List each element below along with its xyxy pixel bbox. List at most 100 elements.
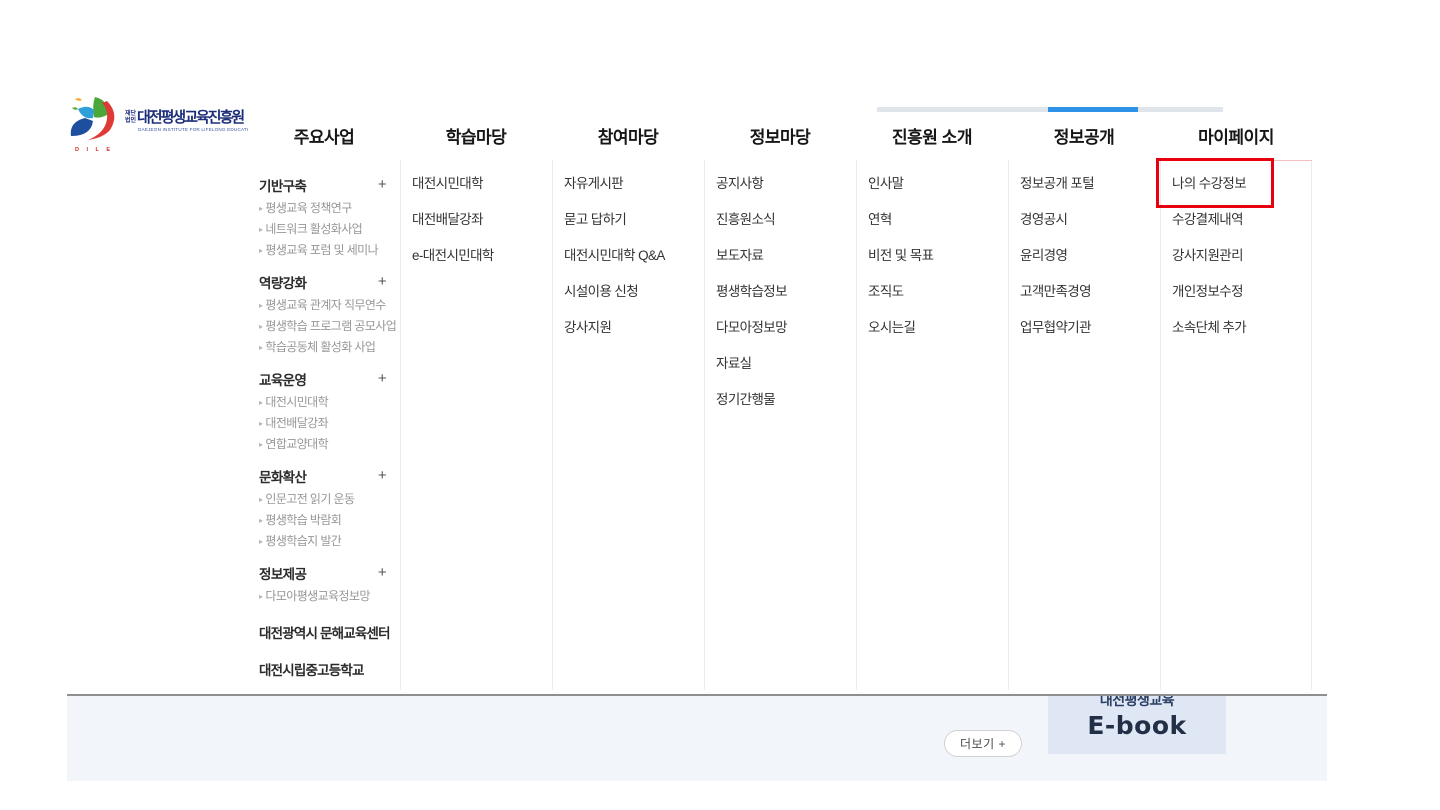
menu-item[interactable]: 소속단체 추가 <box>1172 320 1303 335</box>
arrow-icon: ▸ <box>259 592 262 601</box>
nav-item-7[interactable]: 마이페이지 <box>1160 120 1312 156</box>
nav-item-3[interactable]: 참여마당 <box>552 120 704 156</box>
arrow-icon: ▸ <box>259 440 262 449</box>
arrow-icon: ▸ <box>259 343 262 352</box>
nav-item-1[interactable]: 주요사업 <box>248 120 400 156</box>
menu-standalone-item[interactable]: 대전시립중고등학교 <box>259 659 392 676</box>
menu-group: 교육운영+▸대전시민대학▸대전배달강좌▸연합교양대학 <box>259 370 392 455</box>
menu-sub-item[interactable]: ▸학습공동체 활성화 사업 <box>259 337 392 358</box>
menu-item[interactable]: 보도자료 <box>716 248 848 263</box>
plus-icon[interactable]: + <box>378 274 392 289</box>
plus-icon[interactable]: + <box>378 371 392 386</box>
arrow-icon: ▸ <box>259 495 262 504</box>
menu-item[interactable]: 대전시민대학 <box>412 176 544 191</box>
menu-sub-label: 학습공동체 활성화 사업 <box>265 340 375 354</box>
menu-item[interactable]: 조직도 <box>868 284 1000 299</box>
menu-group-title: 문화확산 <box>259 466 306 486</box>
menu-sub-item[interactable]: ▸평생학습지 발간 <box>259 531 392 552</box>
menu-item[interactable]: 강사지원관리 <box>1172 248 1303 263</box>
menu-item[interactable]: 평생학습정보 <box>716 284 848 299</box>
menu-sub-label: 인문고전 읽기 운동 <box>265 492 354 506</box>
logo-mark-cyan <box>78 107 94 119</box>
logo-acronym: D I L E <box>75 147 113 153</box>
menu-item[interactable]: 경영공시 <box>1020 212 1152 227</box>
plus-icon[interactable]: + <box>378 468 392 483</box>
menu-item[interactable]: 정기간행물 <box>716 392 848 407</box>
menu-sub-item[interactable]: ▸평생교육 포럼 및 세미나 <box>259 240 392 261</box>
nav-item-2[interactable]: 학습마당 <box>400 120 552 156</box>
menu-item[interactable]: 자료실 <box>716 356 848 371</box>
plus-icon[interactable]: + <box>378 565 392 580</box>
logo-graphic: D I L E 재단 법인 대전평생교육진흥원 DAEJEON INSTITUT… <box>68 96 248 156</box>
logo-deco-green <box>72 107 78 110</box>
menu-sub-item[interactable]: ▸평생교육 관계자 직무연수 <box>259 295 392 316</box>
menu-item[interactable]: 시설이용 신청 <box>564 284 696 299</box>
menu-sub-item[interactable]: ▸네트워크 활성화사업 <box>259 219 392 240</box>
logo-title: 대전평생교육진흥원 <box>137 108 244 126</box>
menu-standalone-item[interactable]: 대전광역시 문해교육센터 <box>259 622 392 639</box>
menu-group: 문화확산+▸인문고전 읽기 운동▸평생학습 박람회▸평생학습지 발간 <box>259 467 392 552</box>
menu-item[interactable]: 인사말 <box>868 176 1000 191</box>
menu-item[interactable]: 자유게시판 <box>564 176 696 191</box>
menu-item[interactable]: 수강결제내역 <box>1172 212 1303 227</box>
menu-item[interactable]: 묻고 답하기 <box>564 212 696 227</box>
menu-item[interactable]: 고객만족경영 <box>1020 284 1152 299</box>
menu-item[interactable]: 윤리경영 <box>1020 248 1152 263</box>
menu-sub-item[interactable]: ▸평생교육 정책연구 <box>259 198 392 219</box>
menu-group-title: 역량강화 <box>259 272 306 292</box>
menu-item[interactable]: 오시는길 <box>868 320 1000 335</box>
menu-sub-item[interactable]: ▸평생학습 박람회 <box>259 510 392 531</box>
menu-group-header[interactable]: 문화확산 + <box>259 467 392 484</box>
site-logo[interactable]: D I L E 재단 법인 대전평생교육진흥원 DAEJEON INSTITUT… <box>68 96 248 156</box>
logo-prefix-top: 재단 <box>125 109 137 117</box>
arrow-icon: ▸ <box>259 204 262 213</box>
ebook-title: 대전평생교육 <box>1048 696 1226 710</box>
menu-item[interactable]: 대전시민대학 Q&A <box>564 248 696 263</box>
menu-item[interactable]: 대전배달강좌 <box>412 212 544 227</box>
menu-item[interactable]: 진흥원소식 <box>716 212 848 227</box>
menu-item[interactable]: e-대전시민대학 <box>412 248 544 263</box>
menu-sub-label: 다모아평생교육정보망 <box>265 589 369 603</box>
menu-sub-item[interactable]: ▸평생학습 프로그램 공모사업 <box>259 316 392 337</box>
menu-sub-label: 대전시민대학 <box>265 395 328 409</box>
nav-item-6[interactable]: 정보공개 <box>1008 120 1160 156</box>
menu-group-title: 정보제공 <box>259 563 306 583</box>
menu-sub-item[interactable]: ▸인문고전 읽기 운동 <box>259 489 392 510</box>
plus-icon[interactable]: + <box>378 177 392 192</box>
menu-group-header[interactable]: 역량강화 + <box>259 273 392 290</box>
menu-group-header[interactable]: 교육운영+ <box>259 370 392 387</box>
menu-item[interactable]: 연혁 <box>868 212 1000 227</box>
logo-prefix-bottom: 법인 <box>125 116 137 124</box>
main-nav: 주요사업학습마당참여마당정보마당진흥원 소개정보공개마이페이지 <box>248 120 1312 156</box>
banner-slider-fill <box>1048 107 1138 112</box>
menu-item[interactable]: 비전 및 목표 <box>868 248 1000 263</box>
menu-column-2: 대전시민대학대전배달강좌 e-대전시민대학 <box>400 160 552 690</box>
menu-item[interactable]: 다모아정보망 <box>716 320 848 335</box>
nav-item-5[interactable]: 진흥원 소개 <box>856 120 1008 156</box>
logo-mark-blue <box>71 118 93 136</box>
menu-group-header[interactable]: 정보제공 + <box>259 564 392 581</box>
logo-mark-green <box>93 97 107 118</box>
menu-sub-item[interactable]: ▸다모아평생교육정보망 <box>259 586 392 607</box>
menu-item[interactable]: 공지사항 <box>716 176 848 191</box>
ebook-banner[interactable]: 대전평생교육 E-book <box>1048 696 1226 754</box>
menu-group-title: 기반구축 <box>259 175 306 195</box>
menu-item[interactable]: 정보공개 포털 <box>1020 176 1152 191</box>
menu-sub-item[interactable]: ▸대전배달강좌 <box>259 413 392 434</box>
more-button[interactable]: 더보기 + <box>944 730 1022 757</box>
menu-item[interactable]: 개인정보수정 <box>1172 284 1303 299</box>
arrow-icon: ▸ <box>259 225 262 234</box>
menu-group: 역량강화+▸평생교육 관계자 직무연수▸평생학습 프로그램 공모사업▸학습공동체… <box>259 273 392 358</box>
menu-item[interactable]: 강사지원 <box>564 320 696 335</box>
bottom-section: 더보기 + 대전평생교육 E-book <box>67 694 1327 781</box>
logo-deco-orange <box>75 98 82 101</box>
menu-sub-label: 평생교육 관계자 직무연수 <box>265 298 385 312</box>
menu-column-1: 기반구축 + ▸평생교육 정책연구▸네트워크 활성화사업▸평생교육 포럼 및 세미나… <box>248 160 400 690</box>
nav-item-4[interactable]: 정보마당 <box>704 120 856 156</box>
menu-item[interactable]: 업무협약기관 <box>1020 320 1152 335</box>
menu-sub-item[interactable]: ▸대전시민대학 <box>259 392 392 413</box>
menu-sub-item[interactable]: ▸연합교양대학 <box>259 434 392 455</box>
menu-group-header[interactable]: 기반구축 + <box>259 176 392 193</box>
arrow-icon: ▸ <box>259 537 262 546</box>
banner-slider-track[interactable] <box>877 107 1223 112</box>
